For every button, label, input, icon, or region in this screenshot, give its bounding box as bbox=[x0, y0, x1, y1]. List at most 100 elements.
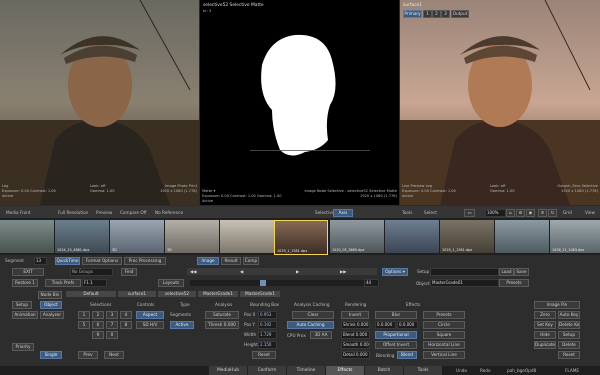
selective52-tab[interactable]: selective52 bbox=[158, 291, 196, 297]
clip-thumb[interactable] bbox=[385, 220, 439, 253]
keypad-9[interactable]: 9 bbox=[92, 331, 104, 339]
effect-value-2[interactable]: 0.0.000 bbox=[397, 321, 418, 329]
timeline-scrubber[interactable] bbox=[190, 280, 378, 286]
no-reference-button[interactable]: No Reference bbox=[155, 210, 183, 215]
blend-field[interactable]: Blend 0.000 bbox=[341, 331, 370, 339]
undo-button[interactable]: Undo bbox=[456, 368, 467, 373]
saturate-button[interactable]: Saturate bbox=[205, 311, 239, 319]
blur-button[interactable]: Blur bbox=[375, 311, 417, 319]
default-tab[interactable]: Default bbox=[66, 291, 116, 297]
priority-button[interactable]: Priority bbox=[12, 343, 34, 351]
center-viewer[interactable]: selective52 Selective Matte kr: 3 Matte … bbox=[200, 0, 399, 205]
tab-1[interactable]: 1 bbox=[423, 10, 432, 18]
left-viewer[interactable]: Log Exposure: 0.00 Contrast: 1.00 Active… bbox=[0, 0, 199, 205]
setup-button[interactable]: Setup bbox=[12, 301, 32, 309]
tab-batch[interactable]: Batch bbox=[364, 366, 403, 375]
object-field[interactable]: MasterGrade01 bbox=[430, 279, 499, 287]
play-icon[interactable]: ▶ bbox=[296, 269, 299, 274]
vertical-line-button[interactable]: Vertical Line bbox=[423, 351, 465, 359]
animation-button[interactable]: Animation bbox=[12, 311, 38, 319]
tab-timeline[interactable]: Timeline bbox=[286, 366, 325, 375]
play-backward-icon[interactable]: ◀◀ bbox=[190, 269, 196, 274]
threshold-field[interactable]: Thresh 0.000 bbox=[205, 321, 239, 329]
frame-field[interactable]: 44 bbox=[364, 279, 379, 287]
keypad-4[interactable]: 4 bbox=[120, 311, 132, 319]
blending-dropdown[interactable]: Blend bbox=[397, 351, 417, 359]
layouts-button[interactable]: Layouts bbox=[158, 279, 184, 287]
zero-button[interactable]: Zero bbox=[534, 311, 556, 319]
playhead-handle[interactable] bbox=[260, 280, 266, 286]
mastergrade1-tab[interactable]: MasterGrade1 bbox=[198, 291, 238, 297]
aspect-button[interactable]: Aspect bbox=[136, 311, 164, 319]
keypad-6[interactable]: 6 bbox=[92, 321, 104, 329]
horizontal-line-button[interactable]: Horizontal Line bbox=[423, 341, 465, 349]
node-bin-button[interactable]: Node Bin bbox=[38, 291, 62, 299]
exit-button[interactable]: EXIT bbox=[12, 268, 44, 276]
track-prefs-button[interactable]: Track Prefs bbox=[45, 279, 81, 287]
keypad-5[interactable]: 5 bbox=[78, 321, 90, 329]
format-options-button[interactable]: Format Options bbox=[82, 257, 122, 265]
clip-thumb[interactable] bbox=[220, 220, 274, 253]
reset-bbox-button[interactable]: Reset bbox=[252, 351, 276, 359]
tab-tools[interactable]: Tools bbox=[403, 366, 442, 375]
invert-button[interactable]: Invert bbox=[341, 311, 369, 319]
prev-button[interactable]: Prev bbox=[78, 351, 98, 359]
tab-primary[interactable]: Primary bbox=[403, 10, 422, 18]
clip-thumb[interactable]: 3D bbox=[165, 220, 219, 253]
duplicate-button[interactable]: Duplicate bbox=[534, 341, 556, 349]
clip-thumb[interactable]: 1029_1_1581.dpx bbox=[440, 220, 494, 253]
save-button[interactable]: Save bbox=[514, 268, 529, 276]
load-button[interactable]: Load bbox=[499, 268, 514, 276]
step-back-icon[interactable]: ◀ bbox=[240, 269, 243, 274]
grid-dropdown[interactable]: Grid bbox=[563, 210, 572, 215]
groups-dropdown[interactable]: No Groups bbox=[70, 268, 113, 276]
object-button[interactable]: Object bbox=[40, 301, 62, 309]
tools-dropdown[interactable]: Select bbox=[424, 210, 437, 215]
presets-dropdown[interactable]: Presets bbox=[499, 279, 529, 287]
clip-thumb[interactable] bbox=[0, 220, 54, 253]
surface1-tab[interactable]: surface1 bbox=[118, 291, 156, 297]
pos-x-field[interactable]: 0.953 bbox=[258, 311, 277, 319]
keypad-1[interactable]: 1 bbox=[78, 311, 90, 319]
clear-button[interactable]: Clear bbox=[292, 311, 334, 319]
tab-3[interactable]: 3 bbox=[441, 10, 450, 18]
width-field[interactable]: 1.729 bbox=[258, 331, 277, 339]
surface-button[interactable]: SD H/V bbox=[136, 321, 164, 329]
clip-thumb-selected[interactable]: 1029_1_1581.dpx bbox=[274, 220, 328, 255]
snapshot-icon[interactable]: ▭ bbox=[464, 209, 475, 217]
active-button[interactable]: Active bbox=[170, 321, 194, 329]
refresh-icon[interactable]: ↻ bbox=[548, 209, 557, 217]
hide-button[interactable]: Hide bbox=[534, 331, 556, 339]
detail-field[interactable]: Detail 0.000 bbox=[341, 351, 370, 359]
media-front-button[interactable]: Media Front bbox=[6, 210, 31, 215]
proportional-button[interactable]: Proportional bbox=[375, 331, 417, 339]
tab-mediahub[interactable]: MediaHub bbox=[208, 366, 247, 375]
circle-button[interactable]: Circle bbox=[423, 321, 465, 329]
settings-icon[interactable]: ✲ bbox=[538, 209, 547, 217]
delete-button[interactable]: Delete bbox=[558, 341, 580, 349]
zoom-field[interactable]: 100% bbox=[485, 209, 506, 217]
square-button[interactable]: Square bbox=[423, 331, 465, 339]
transport-bar[interactable] bbox=[187, 268, 377, 275]
find-button[interactable]: Find bbox=[121, 268, 137, 276]
setup-field[interactable] bbox=[430, 268, 499, 276]
gear-icon[interactable]: ⚙ bbox=[516, 209, 525, 217]
keypad-3[interactable]: 3 bbox=[106, 311, 118, 319]
selective-dropdown[interactable]: Axis bbox=[333, 209, 353, 217]
clip-thumb[interactable]: 3D bbox=[110, 220, 164, 253]
single-button[interactable]: Single bbox=[40, 351, 62, 359]
keypad-7[interactable]: 7 bbox=[106, 321, 118, 329]
keypad-8[interactable]: 8 bbox=[120, 321, 132, 329]
tab-conform[interactable]: Conform bbox=[247, 366, 286, 375]
auto-caching-toggle[interactable]: Auto Caching bbox=[287, 321, 334, 329]
proc-processing-button[interactable]: Proc Processing bbox=[124, 257, 166, 265]
tab-effects[interactable]: Effects bbox=[325, 366, 364, 375]
delete-key-button[interactable]: Delete Key bbox=[558, 321, 580, 329]
project-name[interactable]: pah_bgeOpd8 bbox=[507, 368, 536, 373]
set-key-button[interactable]: Set Key bbox=[534, 321, 556, 329]
quicktime-button[interactable]: QuickTime bbox=[55, 257, 80, 265]
options-dropdown[interactable]: Options ▾ bbox=[382, 268, 408, 276]
keypad-2[interactable]: 2 bbox=[92, 311, 104, 319]
track-field[interactable]: F1.1 bbox=[82, 279, 107, 287]
fast-forward-icon[interactable]: ▶▶ bbox=[340, 269, 346, 274]
